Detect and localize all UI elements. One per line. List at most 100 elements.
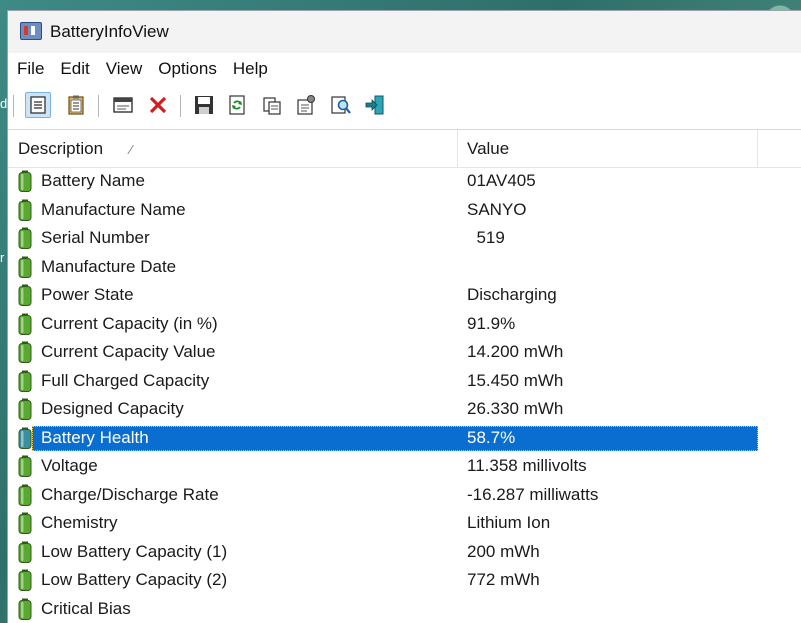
row-description-cell: Manufacture Name [18, 196, 188, 225]
row-description-cell: Battery Name [18, 167, 147, 196]
table-row[interactable]: Serial Number 519 [8, 224, 801, 253]
table-row[interactable]: Current Capacity (in %) 91.9% [8, 310, 801, 339]
row-label: Manufacture Date [39, 257, 178, 277]
window-icon [112, 94, 134, 116]
menu-help[interactable]: Help [227, 59, 274, 79]
table-row[interactable]: Power State Discharging [8, 281, 801, 310]
refresh-button[interactable] [224, 92, 250, 118]
row-label: Manufacture Name [39, 200, 188, 220]
row-description-cell: Low Battery Capacity (2) [18, 566, 229, 595]
battery-icon [18, 256, 32, 278]
properties-icon [295, 94, 317, 116]
column-header: Description ⁄ Value [8, 130, 801, 168]
sort-arrow-icon: ⁄ [130, 131, 132, 168]
row-description-cell: Manufacture Date [18, 253, 178, 282]
title-bar[interactable]: BatteryInfoView [8, 11, 801, 53]
menu-file[interactable]: File [11, 59, 50, 79]
delete-button[interactable] [145, 92, 171, 118]
app-window: BatteryInfoView File Edit View Options H… [7, 10, 801, 623]
table-row[interactable]: Critical Bias [8, 595, 801, 623]
find-button[interactable] [328, 92, 354, 118]
row-label: Full Charged Capacity [39, 371, 211, 391]
toolbar-separator [180, 95, 181, 117]
row-value: -16.287 milliwatts [467, 481, 598, 510]
row-label: Battery Health [39, 428, 151, 448]
row-description-cell: Serial Number [18, 224, 152, 253]
row-value: 58.7% [467, 424, 515, 453]
exit-button[interactable] [362, 92, 388, 118]
row-description-cell: Current Capacity (in %) [18, 310, 220, 339]
desktop-text-fragment: r [0, 250, 4, 265]
table-row[interactable]: Voltage 11.358 millivolts [8, 452, 801, 481]
table-row[interactable]: Designed Capacity26.330 mWh [8, 395, 801, 424]
menu-view[interactable]: View [100, 59, 149, 79]
column-header-description-label: Description [18, 139, 103, 158]
row-description-cell: Full Charged Capacity [18, 367, 211, 396]
list-view-icon [27, 94, 49, 116]
row-description-cell: Power State [18, 281, 136, 310]
row-value: 15.450 mWh [467, 367, 563, 396]
clipboard-view-icon [65, 94, 87, 116]
row-description-cell: Current Capacity Value [18, 338, 218, 367]
battery-icon [18, 341, 32, 363]
table-row[interactable]: Manufacture NameSANYO [8, 196, 801, 225]
table-row[interactable]: Current Capacity Value14.200 mWh [8, 338, 801, 367]
table-row[interactable]: Battery Name 01AV405 [8, 167, 801, 196]
row-label: Battery Name [39, 171, 147, 191]
row-label: Serial Number [39, 228, 152, 248]
view-mode-list-button[interactable] [25, 92, 51, 118]
row-description-cell: Low Battery Capacity (1) [18, 538, 229, 567]
copy-icon [261, 94, 283, 116]
row-value: 11.358 millivolts [467, 452, 587, 481]
table-row[interactable]: ChemistryLithium Ion [8, 509, 801, 538]
row-description-cell: Voltage [18, 452, 100, 481]
row-description-cell: Charge/Discharge Rate [18, 481, 221, 510]
row-description-cell: Chemistry [18, 509, 120, 538]
row-label: Low Battery Capacity (1) [39, 542, 229, 562]
red-x-icon [147, 94, 169, 116]
row-description-cell: Critical Bias [18, 595, 133, 623]
table-row[interactable]: Low Battery Capacity (2)772 mWh [8, 566, 801, 595]
row-label: Low Battery Capacity (2) [39, 570, 229, 590]
row-description-cell: Battery Health [18, 424, 151, 453]
battery-icon [18, 398, 32, 420]
battery-icon [18, 484, 32, 506]
row-label: Power State [39, 285, 136, 305]
save-button[interactable] [191, 92, 217, 118]
menu-options[interactable]: Options [152, 59, 223, 79]
window-title: BatteryInfoView [50, 22, 169, 42]
menu-edit[interactable]: Edit [54, 59, 95, 79]
battery-icon [18, 370, 32, 392]
properties-button[interactable] [293, 92, 319, 118]
battery-icon [18, 598, 32, 620]
battery-icon [18, 455, 32, 477]
column-header-value-label: Value [467, 139, 509, 158]
row-value: 01AV405 [467, 167, 536, 196]
properties-window-button[interactable] [110, 92, 136, 118]
row-label: Designed Capacity [39, 399, 186, 419]
battery-icon [18, 569, 32, 591]
app-icon [20, 22, 42, 40]
battery-info-list[interactable]: Description ⁄ Value Battery Name01AV405M… [8, 130, 801, 623]
row-value: 519 [467, 224, 505, 253]
row-description-cell: Designed Capacity [18, 395, 186, 424]
table-row[interactable]: Battery Health 58.7% [8, 424, 801, 453]
battery-icon [18, 541, 32, 563]
row-label: Voltage [39, 456, 100, 476]
battery-icon [18, 512, 32, 534]
copy-button[interactable] [259, 92, 285, 118]
view-mode-clipboard-button[interactable] [63, 92, 89, 118]
table-row[interactable]: Manufacture Date [8, 253, 801, 282]
table-row[interactable]: Low Battery Capacity (1)200 mWh [8, 538, 801, 567]
row-label: Critical Bias [39, 599, 133, 619]
table-row[interactable]: Charge/Discharge Rate -16.287 milliwatts [8, 481, 801, 510]
row-value: Discharging [467, 281, 557, 310]
table-row[interactable]: Full Charged Capacity 15.450 mWh [8, 367, 801, 396]
column-header-value[interactable]: Value [458, 130, 758, 167]
row-value: 91.9% [467, 310, 515, 339]
column-header-description[interactable]: Description ⁄ [8, 130, 458, 167]
floppy-disk-icon [193, 94, 215, 116]
exit-icon [364, 94, 386, 116]
toolbar-separator [13, 95, 14, 117]
battery-icon [18, 170, 32, 192]
